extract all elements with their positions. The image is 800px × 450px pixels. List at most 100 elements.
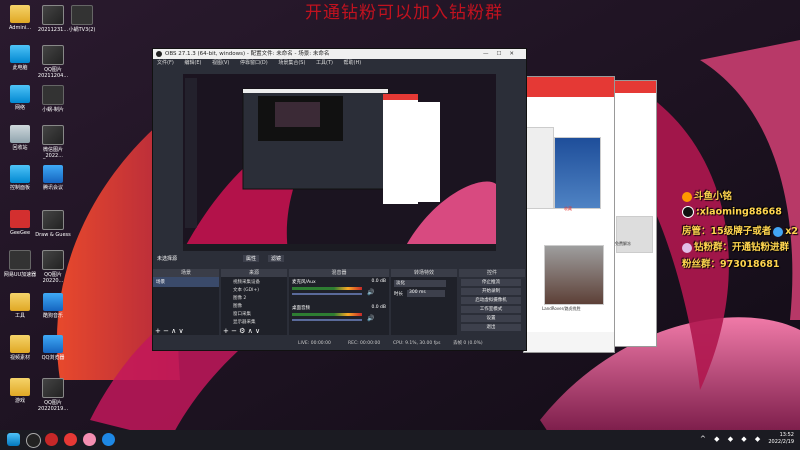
- filters-button[interactable]: 滤镜: [268, 255, 285, 262]
- desktop-icon[interactable]: QQ图片 20220...: [33, 250, 73, 284]
- obs-source-toolbar: 未选择源 属性 滤镜: [153, 254, 526, 266]
- overlay-fans: 钻粉群：开通钻粉进群: [682, 239, 789, 253]
- obs-window[interactable]: OBS 27.1.3 (64-bit, windows) - 配置文件: 未命名…: [152, 48, 527, 351]
- overlay-tiktok: :xlaoming88668: [682, 206, 782, 218]
- transition-select[interactable]: 淡化: [394, 280, 446, 287]
- desktop-icon[interactable]: 腾讯会议: [33, 165, 73, 191]
- car-thumbnail-label: LandRover/路虎揽胜: [542, 306, 581, 311]
- obs-taskbar-icon[interactable]: [26, 433, 41, 448]
- no-source-label: 未选择源: [157, 256, 178, 262]
- menu-view[interactable]: 视图(V): [212, 60, 229, 66]
- desktop-icon-label: 酷狗音乐: [42, 313, 63, 319]
- app-taskbar-icon[interactable]: [64, 433, 77, 446]
- desktop-volume-slider[interactable]: [292, 319, 362, 321]
- duration-input[interactable]: 300 ms: [407, 290, 445, 297]
- desktop-icon-label: QQ图片 20220...: [42, 272, 64, 284]
- desktop-icon[interactable]: Draw & Guess: [33, 210, 73, 238]
- obs-titlebar[interactable]: OBS 27.1.3 (64-bit, windows) - 配置文件: 未命名…: [153, 49, 526, 59]
- desktop-icon[interactable]: QQ图片 20211204...: [33, 45, 73, 79]
- browser-window-front[interactable]: 收藏 LandRover/路虎揽胜: [523, 76, 615, 353]
- darkapp-icon: [9, 250, 31, 270]
- desktop-icon-label: QQ图片 20211204...: [37, 67, 69, 79]
- desktop-icon-label: 小蜗-制片: [42, 107, 64, 113]
- menu-file[interactable]: 文件(F): [157, 60, 174, 66]
- start-recording-button[interactable]: 开始录制: [461, 288, 521, 295]
- taskbar-clock[interactable]: 13:52 2022/2/19: [768, 432, 794, 446]
- mixer-dock-header: 混音器: [289, 269, 389, 277]
- menu-docks[interactable]: 停靠窗口(D): [240, 60, 268, 66]
- thumb-icon: [42, 125, 64, 145]
- properties-button[interactable]: 属性: [243, 255, 260, 262]
- scene-item[interactable]: 场景: [153, 277, 219, 287]
- settings-button[interactable]: 设置: [461, 315, 521, 322]
- app-taskbar-icon[interactable]: [45, 433, 58, 446]
- douyu-icon: [682, 191, 692, 202]
- window-controls[interactable]: —☐✕: [483, 49, 522, 59]
- source-item[interactable]: 图像 2: [233, 295, 246, 301]
- source-item[interactable]: 图像: [233, 303, 242, 309]
- speaker-icon[interactable]: 🔊: [367, 315, 374, 322]
- mic-volume-slider[interactable]: [292, 293, 362, 295]
- stop-streaming-button[interactable]: 停止推流: [461, 279, 521, 286]
- menu-tools[interactable]: 工具(T): [316, 60, 333, 66]
- rec-status: REC: 00:00:00: [348, 341, 381, 346]
- mixer-channel-desktop-db: 0.0 dB: [371, 305, 386, 310]
- speaker-icon[interactable]: 🔊: [367, 289, 374, 296]
- folder-icon: [10, 5, 30, 23]
- duration-label: 时长: [394, 292, 403, 297]
- book-cover-card[interactable]: [554, 137, 601, 209]
- scenes-dock-header: 场景: [153, 269, 219, 277]
- tray-icons[interactable]: ^ ◆ ◆ ◆ ◆: [700, 435, 763, 443]
- windows-start-icon[interactable]: [7, 433, 20, 446]
- transitions-dock: 淡化 时长 300 ms: [391, 277, 457, 335]
- source-item[interactable]: 窗口采集: [233, 311, 251, 317]
- scene-add-remove-buttons[interactable]: + − ∧ ∨: [155, 327, 184, 335]
- desktop-icon[interactable]: QQ图片 20220219...: [33, 378, 73, 412]
- virtual-camera-button[interactable]: 启动虚拟摄像机: [461, 297, 521, 304]
- obs-logo-icon: [156, 51, 162, 57]
- desktop-icon[interactable]: 小蜗TV3(2): [62, 5, 102, 33]
- app-taskbar-icon[interactable]: [83, 433, 96, 446]
- product-card[interactable]: [524, 127, 554, 209]
- studio-mode-button[interactable]: 工作室模式: [461, 306, 521, 313]
- source-add-remove-buttons[interactable]: + − ⚙ ∧ ∨: [223, 327, 260, 335]
- exit-button[interactable]: 退出: [461, 324, 521, 331]
- obs-preview[interactable]: [183, 74, 496, 251]
- menu-edit[interactable]: 编辑(E): [184, 60, 201, 66]
- folder-icon: [10, 378, 30, 396]
- tiktok-icon: [682, 206, 694, 218]
- overlay-room: 房管：15级牌子或者 x2: [682, 226, 798, 237]
- taskbar: ^ ◆ ◆ ◆ ◆ 13:52 2022/2/19: [0, 430, 800, 450]
- pc-icon: [10, 45, 30, 63]
- folder-icon: [10, 335, 30, 353]
- desktop-icon[interactable]: 微信图片 _2022...: [33, 125, 73, 159]
- qq-browser-taskbar-icon[interactable]: [102, 433, 115, 446]
- blueapp-icon: [43, 293, 63, 311]
- source-item[interactable]: 视频采集设备: [233, 279, 260, 285]
- desktop-icon[interactable]: 酷狗音乐: [33, 293, 73, 319]
- thumb-icon: [42, 378, 64, 398]
- mixer-dock: 麦克风/Aux 0.0 dB 桌面音频 0.0 dB 🔊 🔊: [289, 277, 389, 335]
- pc-icon: [10, 165, 30, 183]
- source-item[interactable]: 显示器采集: [233, 319, 256, 325]
- top-banner-text: 开通钻粉可以加入钻粉群: [305, 3, 503, 23]
- overlay-douyu: 斗鱼小铭: [682, 188, 732, 202]
- controls-dock-header: 控件: [459, 269, 525, 277]
- thumb-icon: [42, 250, 64, 270]
- collect-label: 收藏: [564, 206, 572, 211]
- car-thumbnail[interactable]: [544, 245, 604, 305]
- source-item[interactable]: 文本 (GDI+): [233, 287, 259, 293]
- browser-window-back[interactable]: 免费解冻: [610, 80, 657, 347]
- menu-help[interactable]: 帮助(H): [344, 60, 362, 66]
- desktop-icon-label: 腾讯会议: [42, 185, 63, 191]
- menu-scene-collection[interactable]: 场景集合(S): [278, 60, 305, 66]
- desktop-volume-meter: [292, 313, 362, 316]
- desktop-icon[interactable]: 小蜗-制片: [33, 85, 73, 113]
- badge-icon: [773, 226, 784, 237]
- desktop-icon[interactable]: QQ浏览器: [33, 335, 73, 361]
- overlay-fans-group: 粉丝群：973018681: [682, 259, 780, 270]
- pc-icon: [10, 85, 30, 103]
- thumb-icon: [42, 5, 64, 25]
- desktop-icon-label: 微信图片 _2022...: [42, 147, 63, 159]
- desktop-icon-label: QQ浏览器: [41, 355, 65, 361]
